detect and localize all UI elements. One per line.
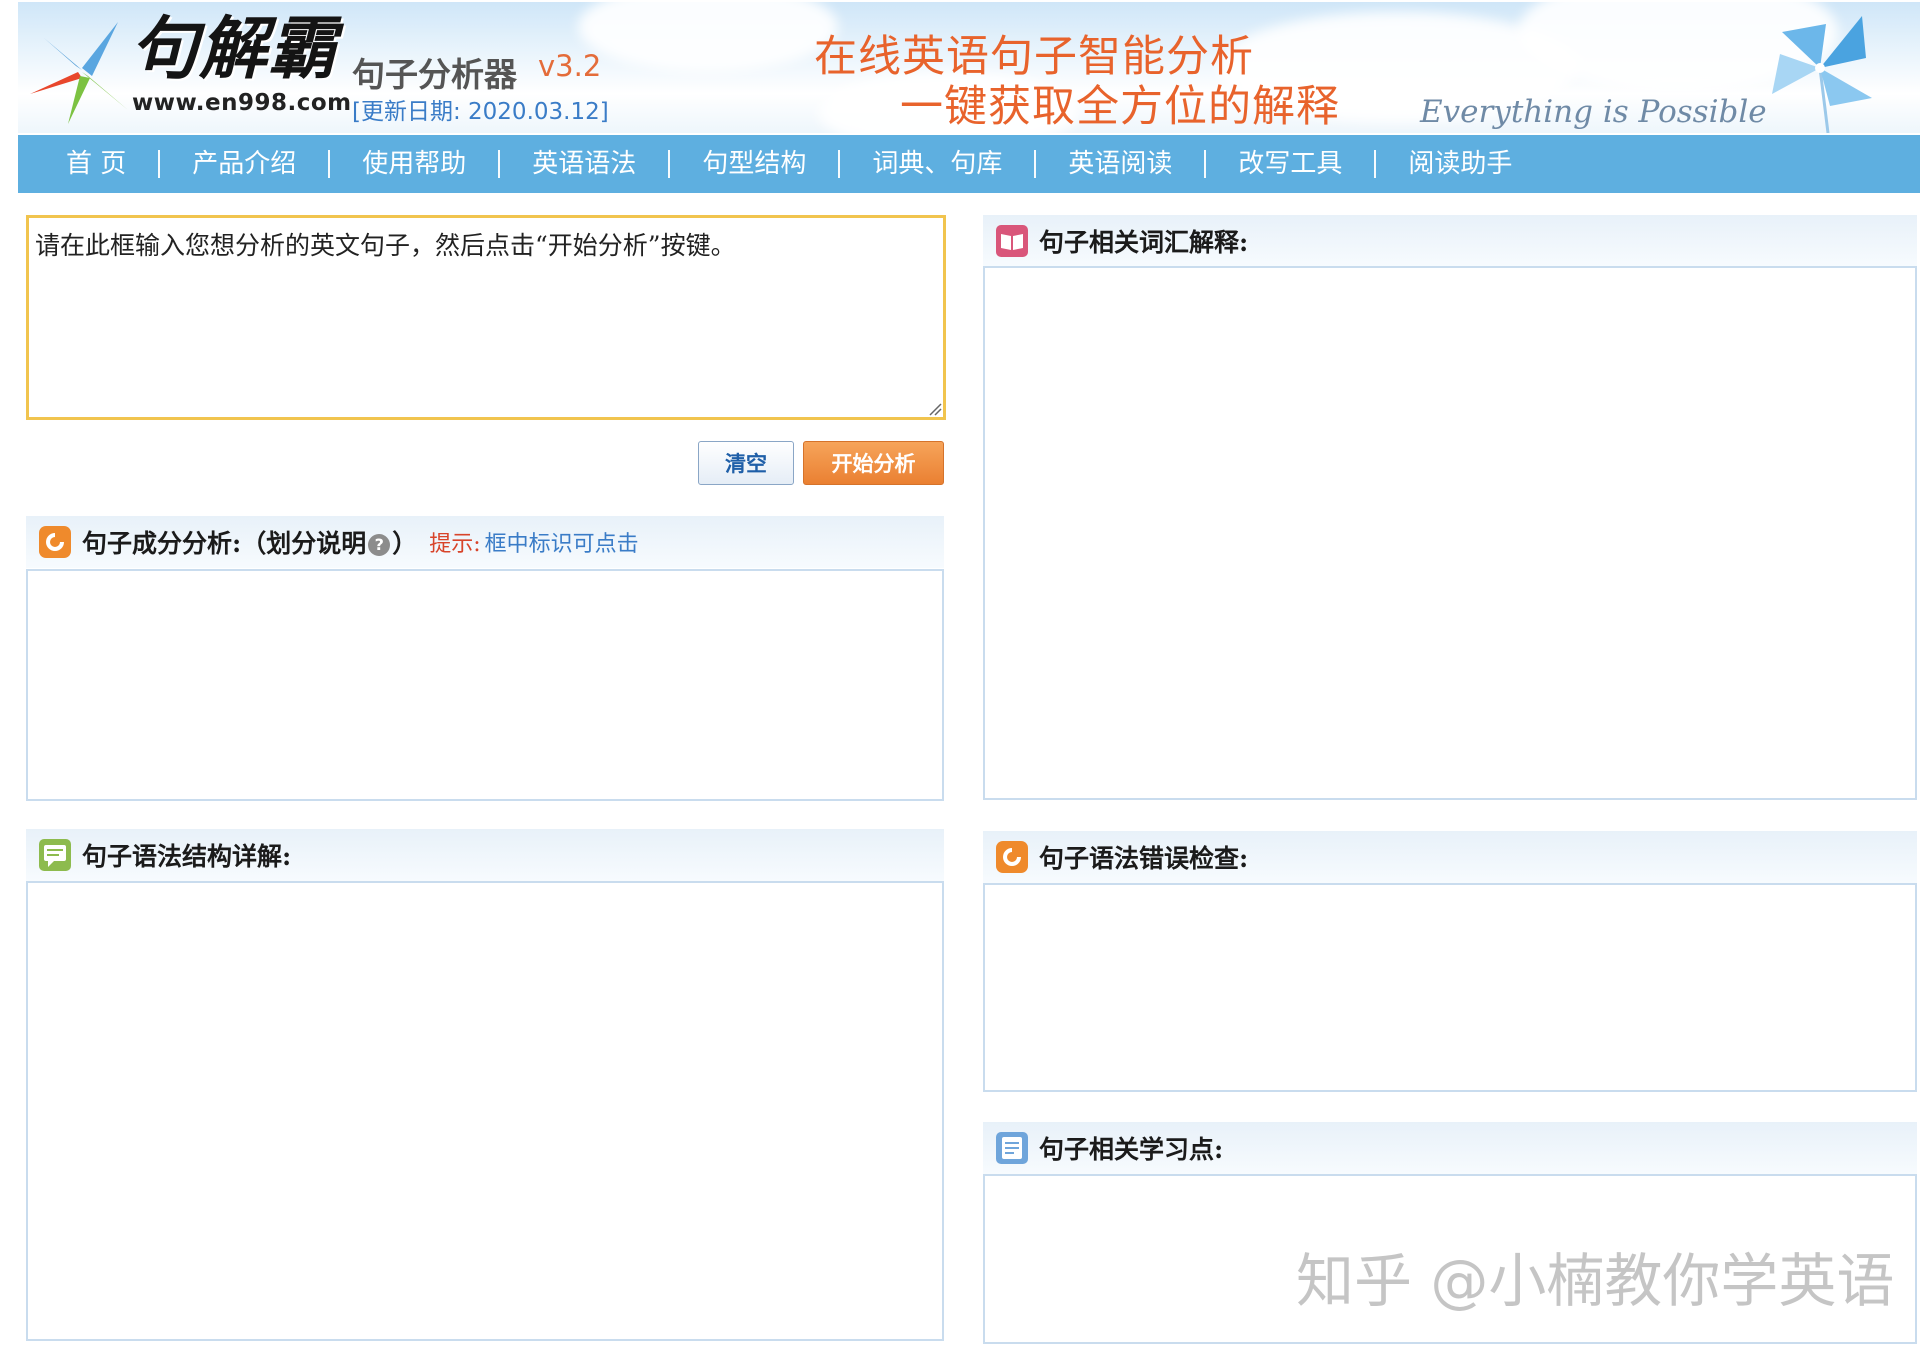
orange-bubble-icon bbox=[996, 841, 1028, 873]
nav-item-sentence-patterns[interactable]: 句型结构 bbox=[670, 135, 838, 193]
nav-separator bbox=[668, 150, 671, 178]
vocabulary-panel-body bbox=[983, 266, 1917, 800]
tip-label: 提示: bbox=[429, 532, 481, 557]
update-date: [更新日期: 2020.03.12] bbox=[352, 99, 609, 125]
clear-button[interactable]: 清空 bbox=[698, 441, 794, 485]
grammar-structure-panel-header: 句子语法结构详解: bbox=[26, 829, 944, 881]
error-check-panel-body bbox=[983, 883, 1917, 1092]
help-icon[interactable]: ? bbox=[368, 534, 391, 556]
error-check-panel-title: 句子语法错误检查: bbox=[1039, 844, 1249, 873]
nav-item-english-reading[interactable]: 英语阅读 bbox=[1036, 135, 1204, 193]
components-panel-title: 句子成分分析:（划分说明?） bbox=[82, 524, 417, 560]
blue-document-icon bbox=[996, 1132, 1028, 1164]
nav-item-reading-assistant[interactable]: 阅读助手 bbox=[1376, 135, 1544, 193]
grammar-structure-panel-title: 句子语法结构详解: bbox=[82, 842, 292, 871]
nav-separator bbox=[158, 150, 161, 178]
learning-points-panel-header: 句子相关学习点: bbox=[983, 1122, 1917, 1174]
vocabulary-panel-header: 句子相关词汇解释: bbox=[983, 215, 1917, 267]
nav-separator bbox=[1374, 150, 1377, 178]
nav-item-dictionary[interactable]: 词典、句库 bbox=[840, 135, 1034, 193]
green-chat-icon bbox=[39, 839, 71, 871]
main-nav: 首 页 产品介绍 使用帮助 英语语法 句型结构 词典、句库 英语阅读 改写工具 … bbox=[18, 135, 1920, 193]
analyze-button[interactable]: 开始分析 bbox=[803, 441, 944, 485]
sentence-input[interactable] bbox=[26, 215, 946, 420]
resize-grip-icon[interactable] bbox=[928, 402, 942, 416]
components-title-end: ） bbox=[392, 529, 418, 558]
nav-item-rewrite-tool[interactable]: 改写工具 bbox=[1206, 135, 1374, 193]
components-panel-header: 句子成分分析:（划分说明?） 提示: 框中标识可点击 bbox=[26, 516, 944, 568]
learning-points-panel-title: 句子相关学习点: bbox=[1039, 1135, 1224, 1164]
nav-item-help[interactable]: 使用帮助 bbox=[330, 135, 498, 193]
components-panel-body bbox=[26, 569, 944, 801]
nav-item-english-grammar[interactable]: 英语语法 bbox=[500, 135, 668, 193]
nav-separator bbox=[838, 150, 841, 178]
pinwheel-icon bbox=[1772, 16, 1872, 133]
components-title-text: 句子成分分析:（划分说明 bbox=[82, 529, 367, 558]
nav-separator bbox=[328, 150, 331, 178]
nav-separator bbox=[498, 150, 501, 178]
header-banner: 句解霸 www.en998.com 句子分析器 v3.2 [更新日期: 2020… bbox=[18, 2, 1920, 133]
vocabulary-panel-title: 句子相关词汇解释: bbox=[1039, 228, 1249, 257]
star-burst-logo-icon[interactable] bbox=[22, 16, 134, 128]
error-check-panel-header: 句子语法错误检查: bbox=[983, 831, 1917, 883]
brand-name[interactable]: 句解霸 bbox=[130, 16, 337, 84]
pink-book-icon bbox=[996, 225, 1028, 257]
product-name: 句子分析器 bbox=[352, 55, 517, 94]
cloud-decoration bbox=[578, 2, 838, 72]
grammar-structure-panel-body bbox=[26, 881, 944, 1341]
watermark: 知乎 @小楠教你学英语 bbox=[1296, 1247, 1895, 1315]
product-version: v3.2 bbox=[538, 49, 602, 83]
orange-bubble-icon bbox=[39, 526, 71, 558]
slogan-line-2: 一键获取全方位的解释 bbox=[900, 82, 1340, 132]
brand-url[interactable]: www.en998.com bbox=[132, 90, 352, 116]
nav-separator bbox=[1204, 150, 1207, 178]
nav-separator bbox=[1034, 150, 1037, 178]
nav-item-product-intro[interactable]: 产品介绍 bbox=[160, 135, 328, 193]
tip-text: 框中标识可点击 bbox=[484, 532, 639, 557]
motto: Everything is Possible bbox=[1420, 94, 1767, 130]
nav-item-home[interactable]: 首 页 bbox=[34, 135, 158, 193]
